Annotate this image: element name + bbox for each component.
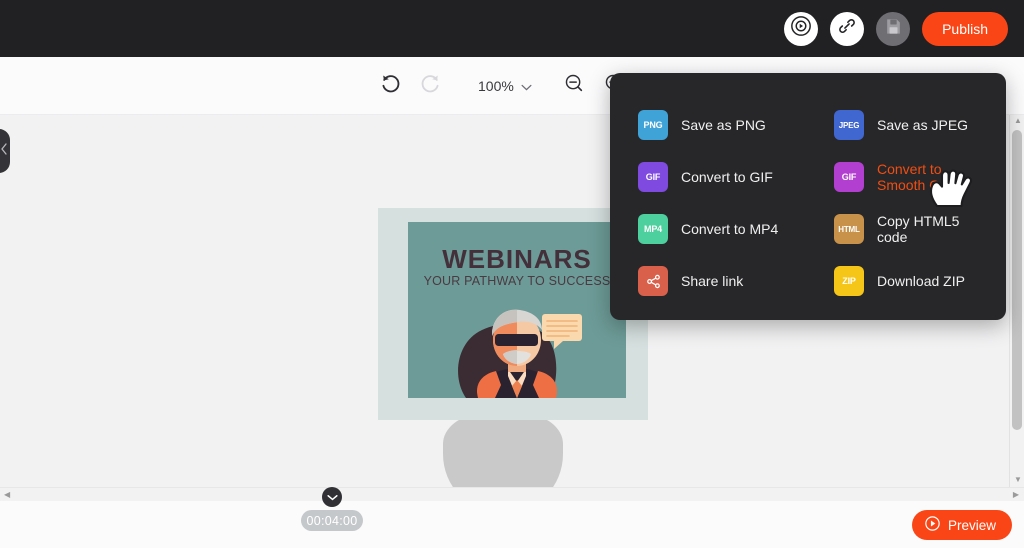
slide-frame[interactable]: WEBINARS YOUR PATHWAY TO SUCCESS bbox=[378, 208, 648, 420]
timeline-bar: 00:04:00 Preview bbox=[0, 487, 1024, 548]
slide-subtitle: YOUR PATHWAY TO SUCCESS bbox=[423, 274, 611, 288]
vertical-scrollbar-thumb[interactable] bbox=[1012, 130, 1022, 430]
play-circle-icon bbox=[790, 15, 812, 42]
gif-file-icon: GIF bbox=[638, 162, 668, 192]
redo-button[interactable] bbox=[410, 66, 450, 106]
menu-item-save-jpeg[interactable]: JPEG Save as JPEG bbox=[834, 99, 984, 151]
triangle-up-icon[interactable]: ▲ bbox=[1014, 117, 1022, 125]
redo-icon bbox=[419, 72, 442, 100]
zip-file-icon: ZIP bbox=[834, 266, 864, 296]
mouse-cursor-pointing-hand bbox=[926, 162, 978, 210]
menu-item-label: Convert to MP4 bbox=[681, 221, 779, 237]
chevron-down-icon bbox=[326, 488, 338, 506]
menu-item-label: Save as JPEG bbox=[877, 117, 969, 133]
html5-file-icon: HTML bbox=[834, 214, 864, 244]
png-file-icon: PNG bbox=[638, 110, 668, 140]
menu-item-label: Copy HTML5 code bbox=[877, 213, 960, 245]
menu-item-save-png[interactable]: PNG Save as PNG bbox=[638, 99, 834, 151]
save-button[interactable] bbox=[876, 11, 911, 46]
preview-button[interactable]: Preview bbox=[911, 510, 1012, 540]
triangle-down-icon[interactable]: ▼ bbox=[1014, 476, 1022, 484]
link-icon bbox=[837, 16, 857, 41]
chevron-down-icon bbox=[521, 78, 532, 94]
sidebar-collapse-toggle[interactable] bbox=[0, 129, 10, 173]
menu-item-label: Save as PNG bbox=[681, 117, 766, 133]
menu-item-download-zip[interactable]: ZIP Download ZIP bbox=[834, 255, 984, 307]
menu-item-convert-mp4[interactable]: MP4 Convert to MP4 bbox=[638, 203, 834, 255]
zoom-out-button[interactable] bbox=[554, 66, 594, 106]
menu-item-label: Convert to GIF bbox=[681, 169, 773, 185]
top-bar: Publish bbox=[0, 0, 1024, 57]
chevron-left-icon bbox=[0, 142, 8, 160]
undo-button[interactable] bbox=[370, 66, 410, 106]
link-button[interactable] bbox=[830, 11, 865, 46]
play-circle-icon bbox=[924, 515, 941, 535]
zoom-level-value: 100% bbox=[478, 77, 514, 94]
triangle-left-icon[interactable]: ◀ bbox=[4, 491, 10, 499]
smooth-gif-file-icon: GIF bbox=[834, 162, 864, 192]
top-bar-actions: Publish bbox=[784, 0, 1008, 57]
timeline-playhead-handle[interactable] bbox=[322, 487, 342, 507]
slide-content: WEBINARS YOUR PATHWAY TO SUCCESS bbox=[408, 222, 626, 398]
publish-label: Publish bbox=[942, 20, 988, 37]
share-nodes-icon bbox=[638, 266, 668, 296]
menu-item-label: Share link bbox=[681, 273, 744, 289]
undo-icon bbox=[379, 72, 402, 100]
menu-item-convert-gif[interactable]: GIF Convert to GIF bbox=[638, 151, 834, 203]
menu-item-share-link[interactable]: Share link bbox=[638, 255, 834, 307]
slide-title: WEBINARS bbox=[442, 244, 592, 274]
presenter-illustration bbox=[408, 292, 626, 398]
zoom-level-selector[interactable]: 100% bbox=[478, 78, 532, 94]
triangle-right-icon[interactable]: ▶ bbox=[1013, 491, 1019, 499]
menu-item-copy-html5[interactable]: HTML Copy HTML5 code bbox=[834, 203, 984, 255]
jpeg-file-icon: JPEG bbox=[834, 110, 864, 140]
publish-button[interactable]: Publish bbox=[922, 11, 1008, 46]
mp4-file-icon: MP4 bbox=[638, 214, 668, 244]
desk-shape bbox=[443, 414, 563, 487]
toolbar-controls: 100% bbox=[370, 57, 634, 114]
menu-item-label: Download ZIP bbox=[877, 273, 965, 289]
floppy-disk-icon bbox=[884, 17, 903, 41]
zoom-out-icon bbox=[563, 72, 585, 99]
preview-label: Preview bbox=[947, 517, 996, 533]
timecode-badge: 00:04:00 bbox=[301, 510, 363, 531]
record-button[interactable] bbox=[784, 11, 819, 46]
vertical-scrollbar[interactable]: ▲ ▼ bbox=[1009, 114, 1024, 487]
